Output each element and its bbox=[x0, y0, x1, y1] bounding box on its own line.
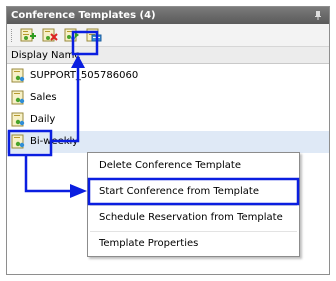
template-row[interactable]: Daily bbox=[7, 109, 329, 131]
add-template-button[interactable] bbox=[19, 27, 37, 44]
conference-template-icon bbox=[11, 134, 25, 149]
menu-item-delete-conference-template[interactable]: Delete Conference Template bbox=[88, 153, 299, 179]
template-row[interactable]: Sales bbox=[7, 87, 329, 109]
toolbar bbox=[7, 24, 329, 47]
start-conference-button[interactable] bbox=[63, 27, 81, 44]
column-header-label: Display Name bbox=[11, 50, 81, 61]
menu-item-label: Delete Conference Template bbox=[99, 160, 241, 171]
edit-template-icon bbox=[86, 28, 102, 42]
menu-item-label: Schedule Reservation from Template bbox=[99, 212, 283, 223]
toolbar-grip bbox=[11, 29, 13, 42]
menu-item-schedule-reservation-from-template[interactable]: Schedule Reservation from Template bbox=[88, 205, 299, 231]
template-name: Daily bbox=[30, 114, 56, 125]
context-menu: Delete Conference Template Start Confere… bbox=[87, 152, 300, 257]
conference-template-icon bbox=[11, 68, 25, 83]
menu-item-label: Template Properties bbox=[99, 238, 199, 249]
template-row[interactable]: SUPPORT_505786060 bbox=[7, 65, 329, 87]
template-name: SUPPORT_505786060 bbox=[30, 70, 139, 81]
template-name: Bi-weekly bbox=[30, 136, 79, 147]
template-name: Sales bbox=[30, 92, 57, 103]
conference-template-icon bbox=[11, 112, 25, 127]
template-row-selected[interactable]: Bi-weekly bbox=[7, 131, 329, 153]
add-template-icon bbox=[20, 28, 36, 42]
panel-title: Conference Templates (4) bbox=[11, 10, 156, 21]
pin-icon[interactable] bbox=[315, 11, 321, 20]
menu-item-start-conference-from-template[interactable]: Start Conference from Template bbox=[88, 179, 299, 205]
panel-titlebar: Conference Templates (4) bbox=[7, 7, 329, 24]
conference-template-icon bbox=[11, 90, 25, 105]
delete-template-icon bbox=[42, 28, 58, 42]
column-header-display-name[interactable]: Display Name bbox=[7, 47, 329, 64]
edit-template-button[interactable] bbox=[85, 27, 103, 44]
menu-item-label: Start Conference from Template bbox=[99, 186, 260, 197]
delete-template-button[interactable] bbox=[41, 27, 59, 44]
start-conference-icon bbox=[64, 28, 79, 42]
menu-item-template-properties[interactable]: Template Properties bbox=[88, 231, 299, 257]
